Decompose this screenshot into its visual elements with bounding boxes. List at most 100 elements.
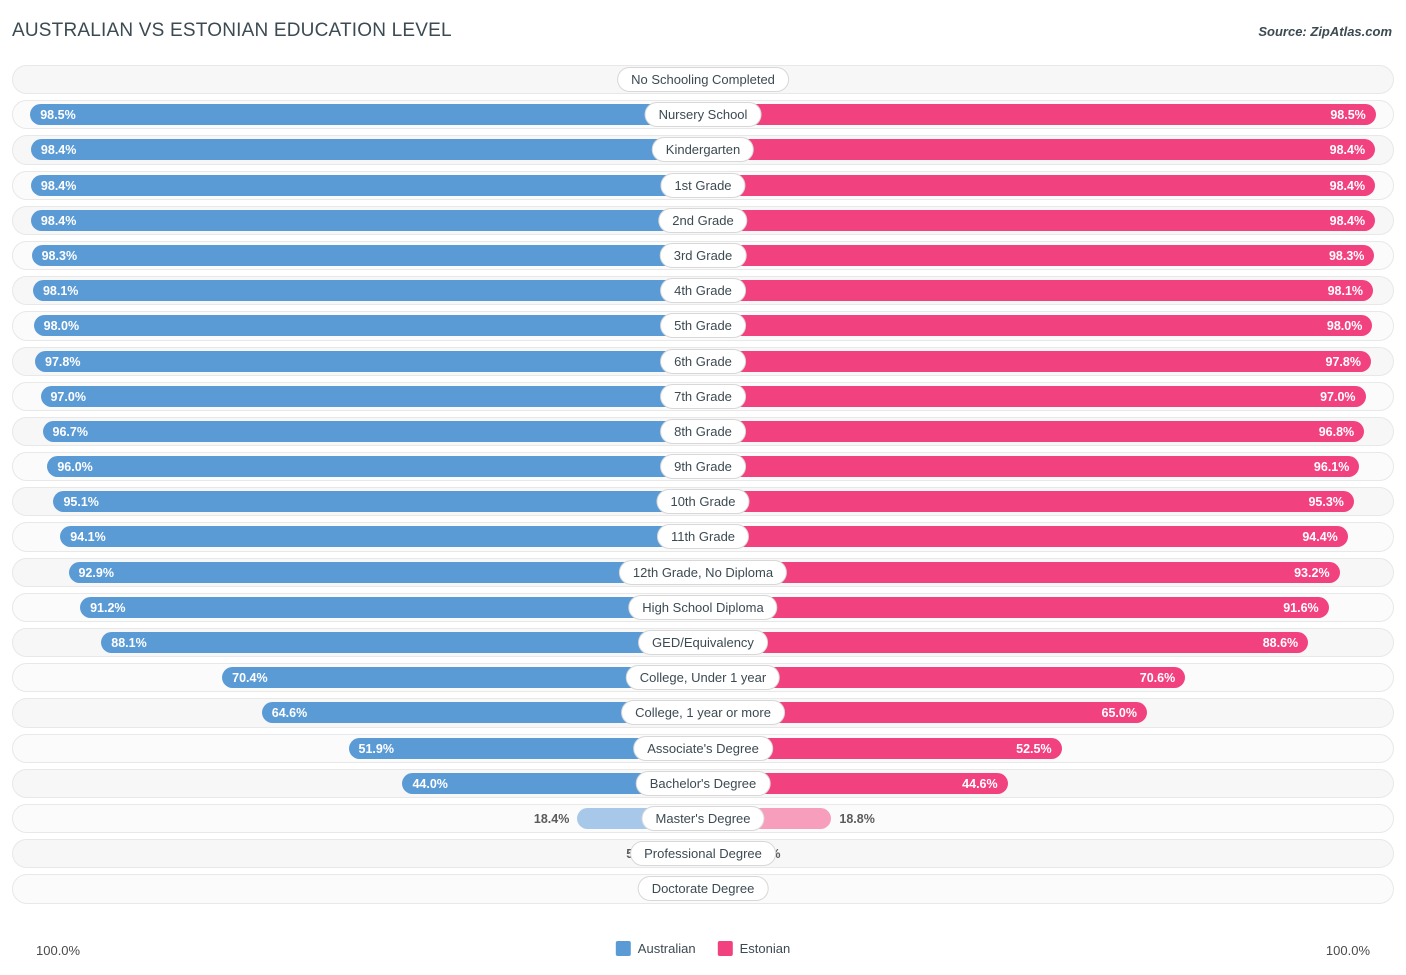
value-estonian: 96.8% — [1318, 424, 1355, 439]
value-estonian: 98.3% — [1328, 248, 1365, 263]
legend-item[interactable]: Estonian — [717, 941, 791, 956]
value-australian: 95.1% — [63, 495, 99, 510]
value-australian: 96.0% — [57, 460, 93, 475]
value-estonian: 98.4% — [1329, 143, 1366, 158]
bar-australian — [80, 596, 703, 618]
chart-row: 98.5% 98.5% Nursery School — [12, 97, 1394, 132]
value-australian: 64.6% — [271, 706, 308, 721]
category-label: 12th Grade, No Diploma — [618, 559, 788, 585]
category-label: Doctorate Degree — [637, 876, 769, 902]
value-australian: 94.1% — [70, 530, 106, 545]
value-estonian: 98.5% — [1330, 108, 1366, 123]
category-label: 7th Grade — [660, 383, 746, 409]
bar-australian — [60, 526, 703, 548]
bar-australian — [32, 280, 703, 302]
bar-australian — [42, 420, 703, 442]
value-australian: 88.1% — [111, 636, 147, 650]
category-label: College, Under 1 year — [625, 665, 781, 691]
category-label: GED/Equivalency — [638, 630, 768, 655]
value-australian: 98.4% — [40, 178, 77, 193]
value-australian: 51.9% — [358, 741, 394, 756]
axis-label-left: 100.0% — [36, 943, 81, 958]
category-label: High School Diploma — [628, 594, 778, 620]
chart-row: 92.9% 93.2% 12th Grade, No Diploma — [12, 555, 1394, 590]
category-label: Bachelor's Degree — [635, 770, 771, 796]
legend-label: Estonian — [739, 941, 791, 956]
page-header: AUSTRALIAN VS ESTONIAN EDUCATION LEVEL S… — [0, 0, 1406, 58]
value-estonian: 93.2% — [1294, 565, 1330, 580]
value-estonian: 97.0% — [1320, 389, 1356, 404]
bar-estonian — [703, 315, 1373, 337]
category-label: 8th Grade — [660, 418, 746, 444]
chart-row: 97.0% 97.0% 7th Grade — [12, 379, 1394, 414]
bar-australian — [47, 456, 703, 478]
bar-estonian — [703, 420, 1365, 442]
value-estonian: 91.6% — [1283, 600, 1319, 615]
bar-estonian — [703, 526, 1348, 548]
category-label: 2nd Grade — [658, 207, 748, 233]
chart-legend: Australian Estonian — [615, 941, 791, 956]
legend-item[interactable]: Australian — [615, 941, 696, 956]
category-label: Professional Degree — [630, 841, 776, 867]
bar-australian — [30, 139, 703, 161]
category-label: 6th Grade — [660, 348, 746, 374]
chart-row: 70.4% 70.6% College, Under 1 year — [12, 660, 1394, 695]
value-australian: 18.4% — [533, 811, 570, 826]
chart-row: 95.1% 95.3% 10th Grade — [12, 484, 1394, 519]
bar-estonian — [703, 491, 1354, 513]
category-label: 5th Grade — [660, 313, 746, 339]
chart-row: 98.4% 98.4% 2nd Grade — [12, 203, 1394, 238]
chart-row: 1.6%1.6%No Schooling Completed — [12, 62, 1394, 97]
value-estonian: 88.6% — [1262, 636, 1299, 650]
value-australian: 97.8% — [45, 354, 81, 369]
value-australian: 98.4% — [40, 213, 77, 228]
category-label: 10th Grade — [656, 489, 750, 515]
bar-estonian — [703, 174, 1376, 196]
value-australian: 70.4% — [232, 671, 268, 686]
category-label: College, 1 year or more — [621, 700, 785, 726]
value-estonian: 52.5% — [1016, 741, 1052, 756]
value-estonian: 98.0% — [1326, 319, 1363, 334]
bar-australian — [101, 632, 703, 653]
chart-row: 98.4% 98.4% Kindergarten — [12, 132, 1394, 167]
bar-estonian — [703, 350, 1371, 372]
chart-row: 97.8% 97.8% 6th Grade — [12, 344, 1394, 379]
bar-australian — [68, 561, 703, 583]
category-label: 11th Grade — [656, 524, 750, 550]
value-australian: 98.0% — [43, 319, 80, 334]
category-label: 4th Grade — [660, 278, 746, 304]
bar-australian — [31, 244, 703, 266]
value-estonian: 98.1% — [1327, 284, 1364, 299]
chart-row: 94.1% 94.4% 11th Grade — [12, 519, 1394, 554]
bar-australian — [30, 174, 703, 196]
bar-australian — [35, 350, 703, 372]
chart-row: 96.0% 96.1% 9th Grade — [12, 449, 1394, 484]
value-australian: 92.9% — [78, 565, 114, 580]
chart-row: 98.3% 98.3% 3rd Grade — [12, 238, 1394, 273]
value-australian: 96.7% — [52, 424, 88, 439]
value-estonian: 44.6% — [962, 776, 998, 791]
chart-row: 44.0% 44.6% Bachelor's Degree — [12, 766, 1394, 801]
value-australian: 98.5% — [40, 108, 76, 123]
bar-estonian — [703, 280, 1374, 302]
chart-row: 5.9%6.0%Professional Degree — [12, 836, 1394, 871]
value-estonian: 98.4% — [1329, 213, 1366, 228]
value-estonian: 96.1% — [1313, 460, 1350, 475]
bar-australian — [33, 315, 703, 337]
chart-row: 96.7% 96.8% 8th Grade — [12, 414, 1394, 449]
bar-estonian — [703, 456, 1360, 478]
bar-australian — [30, 209, 703, 231]
value-estonian: 98.4% — [1329, 178, 1366, 193]
value-estonian: 94.4% — [1302, 530, 1338, 545]
legend-label: Australian — [637, 941, 696, 956]
chart-row: 88.1% 88.6% GED/Equivalency — [12, 625, 1394, 660]
bar-estonian — [703, 209, 1376, 231]
category-label: 1st Grade — [660, 172, 746, 198]
chart-row: 91.2% 91.6% High School Diploma — [12, 590, 1394, 625]
category-label: No Schooling Completed — [617, 67, 789, 92]
bar-australian — [40, 385, 703, 407]
value-australian: 98.1% — [42, 284, 79, 299]
bar-estonian — [703, 596, 1329, 618]
category-label: 3rd Grade — [659, 242, 747, 268]
value-australian: 98.3% — [41, 248, 78, 263]
